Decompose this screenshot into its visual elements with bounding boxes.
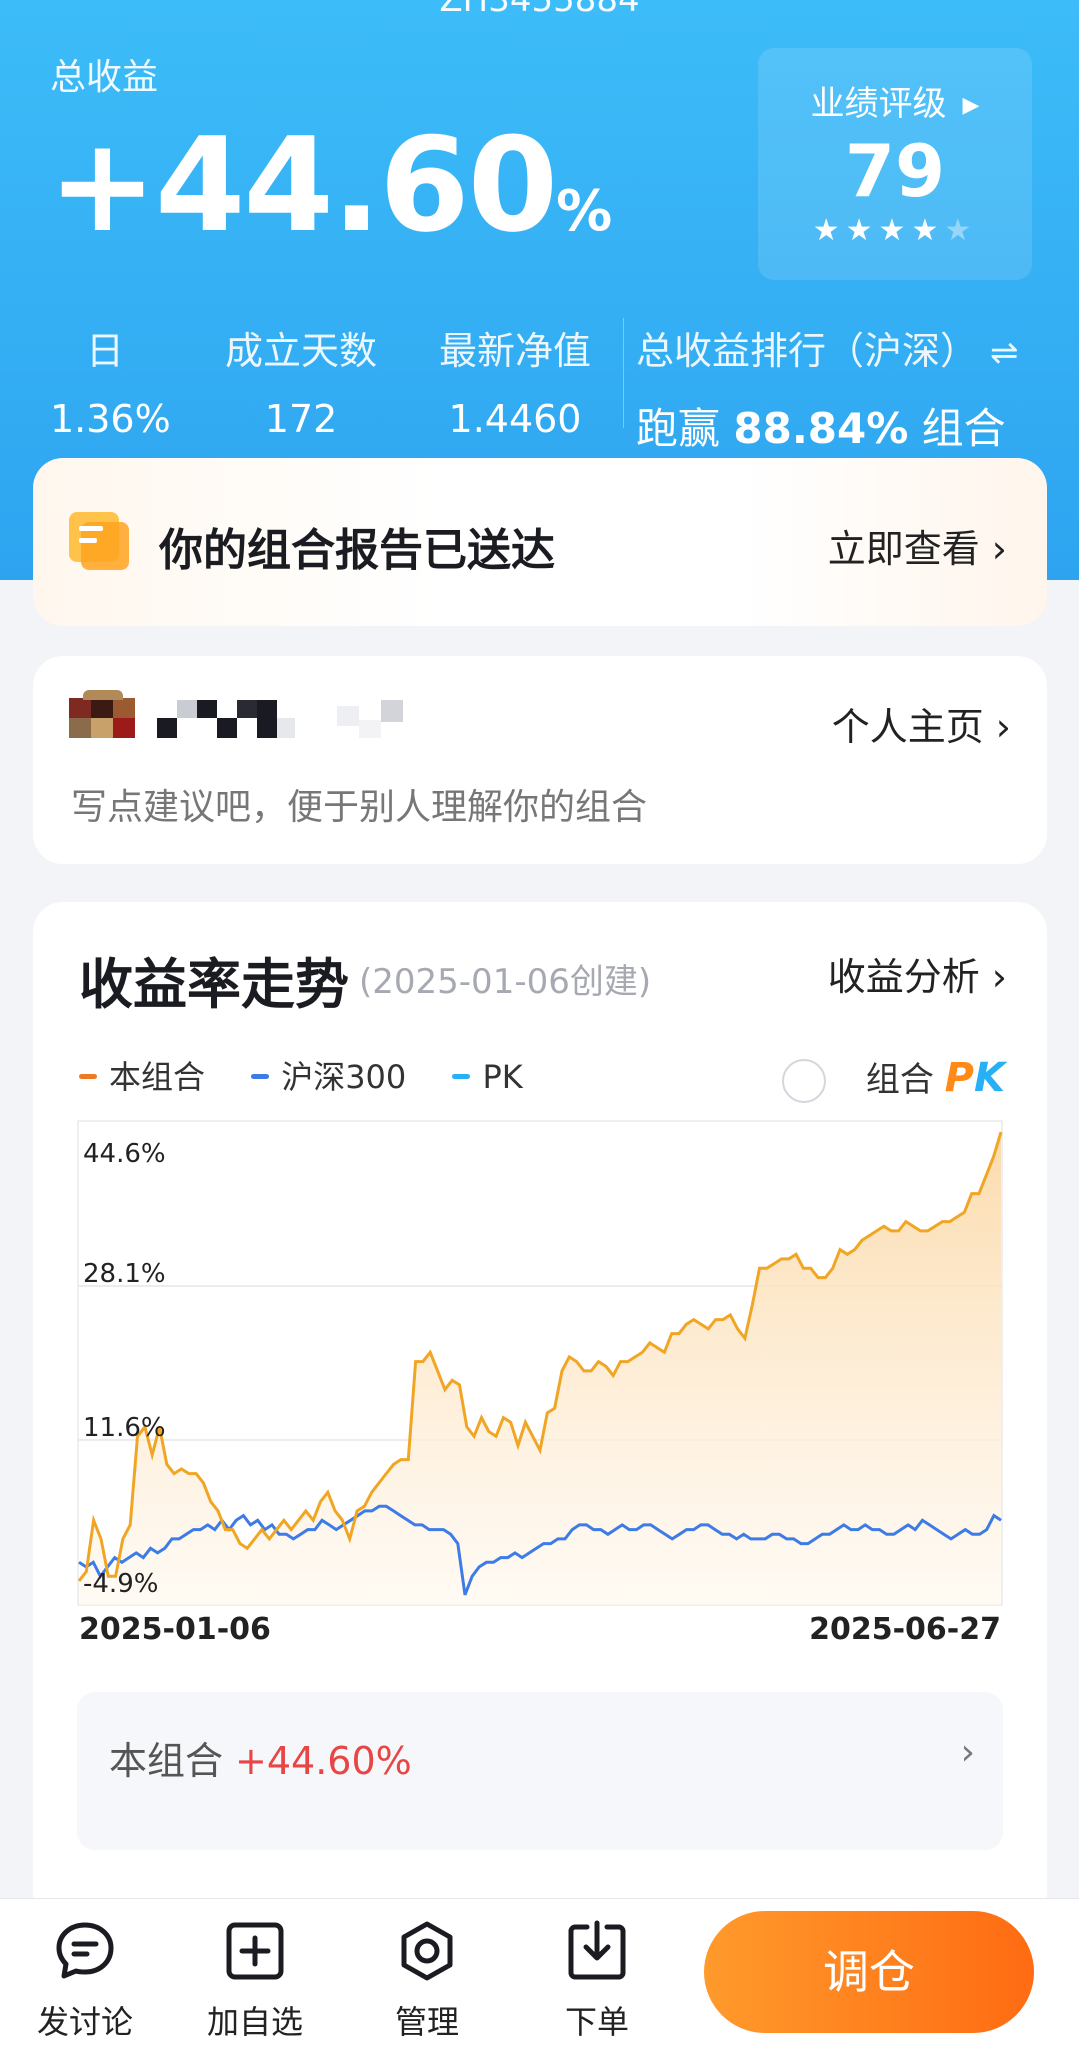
return-analysis-link[interactable]: 收益分析 ›: [828, 946, 1007, 1001]
suggestion-hint[interactable]: 写点建议吧，便于别人理解你的组合: [71, 778, 647, 830]
add-watchlist-button[interactable]: 加自选: [200, 1919, 310, 2043]
manage-button[interactable]: 管理: [372, 1919, 482, 2043]
stat-label: 最新净值: [438, 329, 591, 373]
place-order-label: 下单: [564, 2003, 629, 2041]
y-tick-label: 44.6%: [83, 1139, 166, 1169]
pk-logo-icon: PK: [944, 1055, 1005, 1101]
chevron-right-icon: ›: [991, 527, 1007, 571]
report-card[interactable]: 你的组合报告已送达 立即查看 ›: [33, 458, 1047, 626]
total-return-value: +44.60%: [48, 120, 612, 277]
stat-label: 日: [85, 329, 124, 373]
add-watchlist-label: 加自选: [206, 2003, 303, 2041]
profile-card: 个人主页 › 写点建议吧，便于别人理解你的组合: [33, 656, 1047, 864]
y-tick-label: -4.9%: [83, 1569, 158, 1599]
rating-label-row: 业绩评级 ▶: [758, 76, 1032, 125]
legend-swatch: [79, 1074, 97, 1079]
legend-label: PK: [482, 1058, 523, 1096]
summary-label: 本组合: [109, 1739, 224, 1783]
summary-value: +44.60%: [235, 1739, 412, 1783]
place-order-button[interactable]: 下单: [542, 1919, 652, 2043]
hexagon-gear-icon: [401, 1921, 453, 1981]
return-analysis-label: 收益分析: [827, 955, 980, 999]
summary-text: 本组合 +44.60%: [109, 1730, 412, 1785]
discuss-label: 发讨论: [36, 2003, 133, 2041]
chevron-right-icon: ›: [995, 705, 1011, 749]
stat-label: 成立天数: [224, 329, 377, 373]
view-now-label: 立即查看: [827, 527, 980, 571]
bottom-action-bar: 发讨论 加自选 管理 下单 调仓: [0, 1898, 1079, 2050]
rating-score: 79: [844, 129, 946, 213]
portfolio-area: [79, 1132, 1001, 1605]
account-id: ZH3455884: [439, 0, 640, 20]
x-axis-start-label: 2025-01-06: [79, 1612, 271, 1647]
report-document-icon: [69, 512, 129, 570]
portfolio-pk-toggle[interactable]: 组合 PK: [781, 1052, 1005, 1103]
legend-item-portfolio[interactable]: 本组合: [79, 1052, 205, 1098]
pk-label: 组合: [865, 1060, 934, 1100]
return-trend-chart[interactable]: 44.6% 28.1% 11.6% -4.9%: [77, 1120, 1003, 1606]
star-filled-icon: ★: [911, 213, 945, 248]
rank-label: 总收益排行（沪深）: [636, 329, 979, 373]
chevron-right-icon: ›: [991, 955, 1007, 999]
star-filled-icon: ★: [812, 213, 846, 248]
performance-rating-card[interactable]: 业绩评级 ▶ 79 ★★★★★: [758, 48, 1032, 280]
stat-value: 1.4460: [448, 397, 582, 441]
chart-title: 收益率走势: [79, 953, 349, 1016]
return-trend-card: 收益率走势 (2025-01-06创建) 收益分析 › 本组合 沪深300 PK…: [33, 902, 1047, 2050]
total-return-unit: %: [556, 179, 612, 244]
stat-days: 成立天数 172: [206, 320, 396, 441]
rebalance-button[interactable]: 调仓: [704, 1911, 1034, 2033]
legend-label: 沪深300: [281, 1058, 407, 1096]
manage-label: 管理: [394, 2003, 459, 2041]
rating-stars: ★★★★★: [758, 213, 1032, 248]
legend-swatch: [251, 1074, 270, 1079]
personal-homepage-link[interactable]: 个人主页 ›: [832, 696, 1011, 751]
chat-bubble-icon: [56, 1922, 114, 1979]
legend-item-pk[interactable]: PK: [452, 1058, 523, 1096]
discuss-button[interactable]: 发讨论: [30, 1919, 140, 2043]
switch-arrows-icon[interactable]: ⇌: [990, 333, 1019, 373]
rank-value: 88.84%: [733, 404, 909, 453]
stat-divider: [623, 318, 624, 428]
rank-prefix: 跑赢: [636, 404, 721, 453]
x-axis-end-label: 2025-06-27: [809, 1612, 1001, 1647]
view-now-link[interactable]: 立即查看 ›: [828, 518, 1007, 573]
download-order-icon: [568, 1920, 626, 1980]
legend-item-csi300[interactable]: 沪深300: [251, 1052, 406, 1098]
portfolio-summary-row[interactable]: 本组合 +44.60% ›: [77, 1692, 1003, 1850]
stat-nav: 最新净值 1.4460: [420, 320, 610, 441]
rank-suffix: 组合: [921, 404, 1006, 453]
stat-daily: 日 1.36%: [50, 320, 171, 441]
username-mosaic: [157, 700, 297, 740]
star-filled-icon: ★: [878, 213, 912, 248]
chart-legend: 本组合 沪深300 PK: [79, 1052, 559, 1098]
stat-value: 1.36%: [50, 397, 171, 441]
y-tick-label: 28.1%: [83, 1259, 166, 1289]
star-empty-icon: ★: [944, 213, 978, 248]
legend-label: 本组合: [109, 1058, 206, 1096]
play-arrow-icon: ▶: [962, 93, 980, 118]
chevron-right-icon: ›: [960, 1732, 975, 1773]
return-rank[interactable]: 总收益排行（沪深） ⇌ 跑赢 88.84% 组合: [636, 320, 1019, 456]
user-badge-mosaic: [337, 700, 413, 740]
pk-radio-circle[interactable]: [781, 1059, 826, 1103]
rank-label-row: 总收益排行（沪深） ⇌: [636, 320, 1019, 375]
chart-created-date: (2025-01-06创建): [359, 962, 652, 1002]
avatar[interactable]: [69, 690, 135, 740]
legend-swatch: [452, 1074, 471, 1079]
star-filled-icon: ★: [845, 213, 879, 248]
total-return-number: +44.60: [48, 109, 558, 261]
total-return-label: 总收益: [50, 57, 159, 98]
plus-square-icon: [226, 1922, 284, 1980]
report-text: 你的组合报告已送达: [159, 525, 555, 576]
rating-label: 业绩评级: [810, 84, 947, 124]
homepage-label: 个人主页: [831, 705, 984, 749]
rank-value-row: 跑赢 88.84% 组合: [636, 395, 1019, 456]
y-tick-label: 11.6%: [83, 1413, 166, 1443]
stat-value: 172: [264, 397, 338, 441]
